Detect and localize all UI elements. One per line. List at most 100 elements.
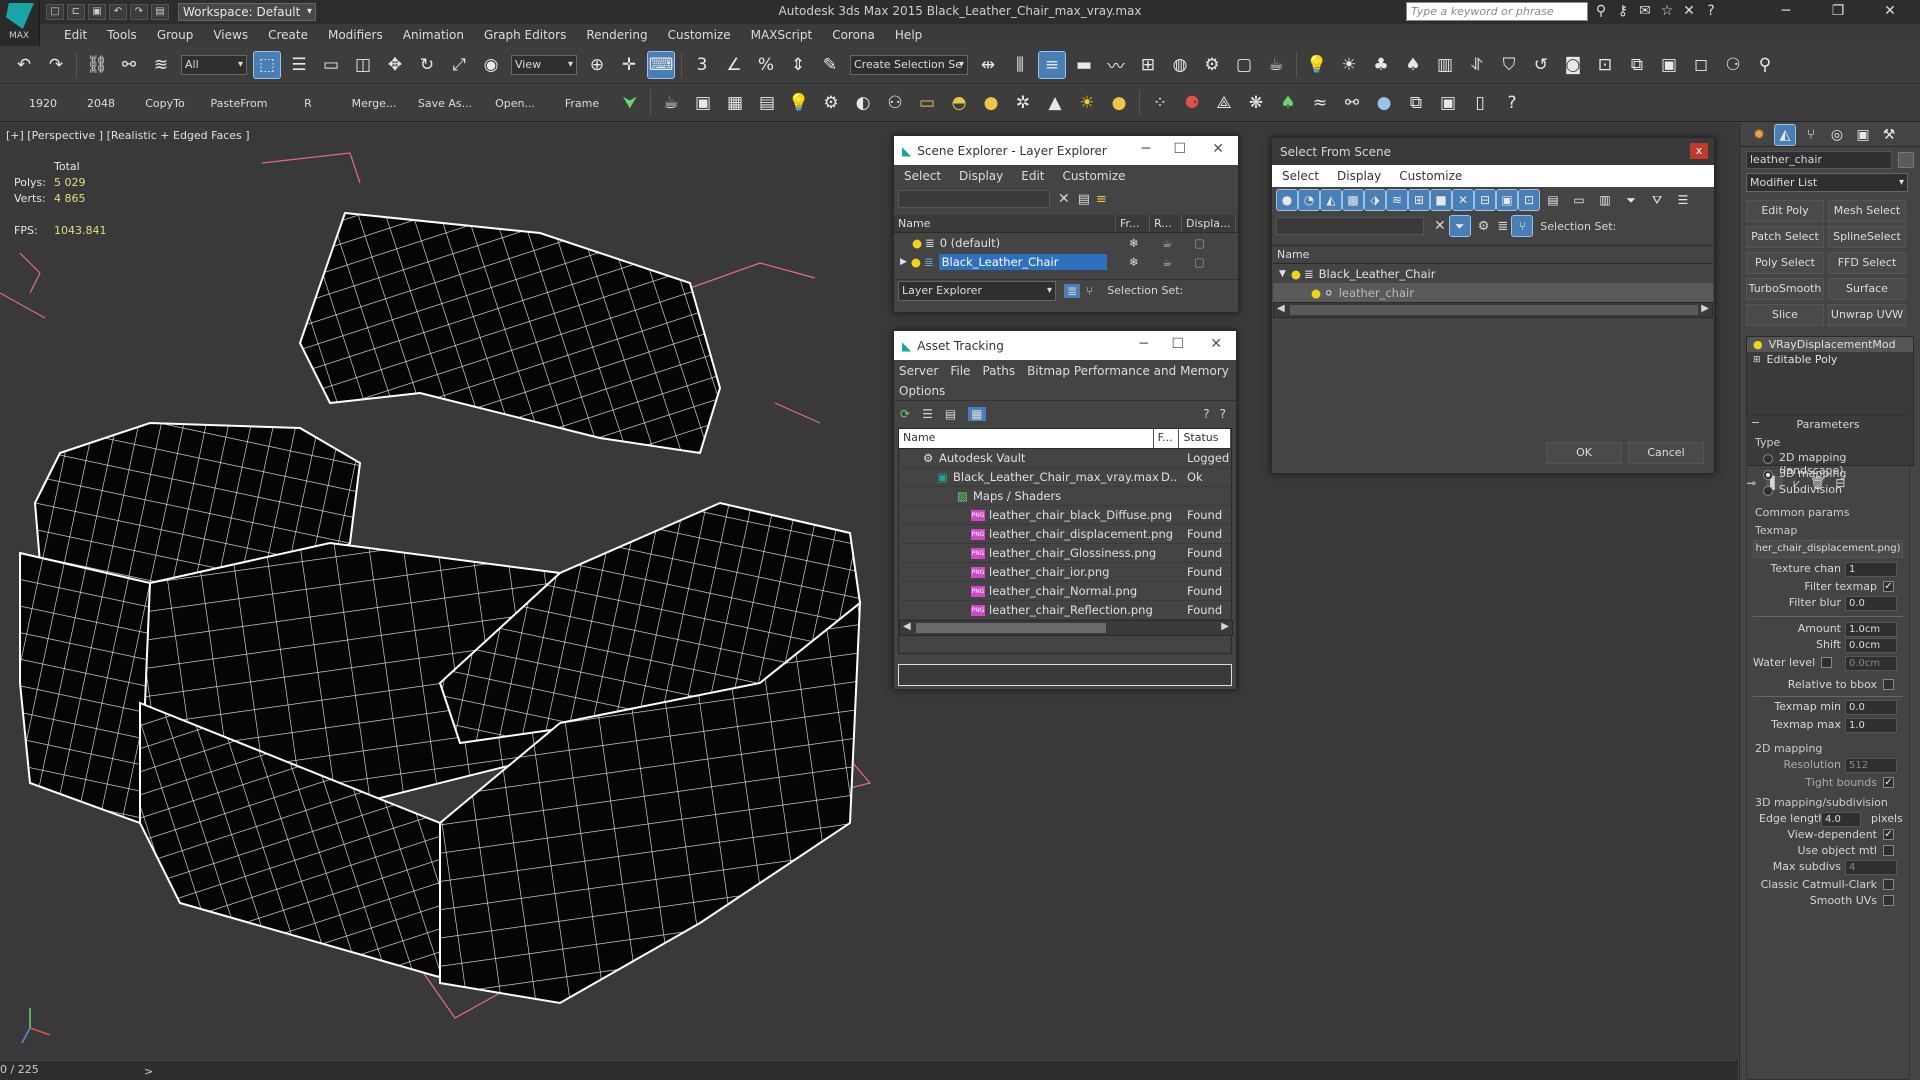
toggle-ribbon-icon[interactable]: ▬ [1071, 52, 1097, 78]
move-icon[interactable]: ✥ [382, 52, 408, 78]
minimize-icon[interactable]: ─ [1760, 0, 1812, 24]
filter-geometry-icon[interactable]: ● [1276, 189, 1298, 211]
sfs-row-black-leather-chair[interactable]: ▼ ● ≣ Black_Leather_Chair [1273, 264, 1713, 283]
filter-hidden-icon[interactable]: ⊡ [1518, 189, 1540, 211]
close-icon[interactable]: ✕ [1210, 336, 1222, 352]
render-setup-icon[interactable]: ⚙ [1199, 52, 1225, 78]
teapot-icon[interactable]: ☕ [658, 90, 684, 116]
detail-view-icon[interactable]: ▤ [945, 407, 956, 421]
rendered-frame-window-icon[interactable]: ▢ [1231, 52, 1257, 78]
filter-shapes-icon[interactable]: ◔ [1298, 189, 1320, 211]
vray-toolbar-extra-icon[interactable]: ⚆ [1720, 52, 1746, 78]
light-bulb-icon[interactable]: ● [1291, 267, 1301, 281]
vray-dome-icon[interactable]: ↺ [1528, 52, 1554, 78]
converter-icon[interactable]: ⧉ [1403, 90, 1429, 116]
amount-spinner[interactable]: 1.0cm [1845, 622, 1897, 637]
new-file-icon[interactable]: □ [46, 4, 64, 20]
undo-icon[interactable]: ↶ [11, 52, 37, 78]
open-file-icon[interactable]: ⊏ [67, 4, 85, 20]
motion-tab-icon[interactable]: ◎ [1827, 125, 1847, 145]
clipper-icon[interactable]: ⚯ [1339, 90, 1365, 116]
sfs-col-name[interactable]: Name [1273, 246, 1713, 263]
help-icon[interactable]: ? [1702, 2, 1720, 20]
ies-light-icon[interactable]: ✲ [1010, 90, 1036, 116]
menu-animation[interactable]: Animation [403, 28, 464, 42]
filter-helpers-icon[interactable]: ⬗ [1364, 189, 1386, 211]
scroll-thumb[interactable] [1290, 305, 1698, 315]
water-level-spinner[interactable]: 0.0cm [1845, 656, 1897, 671]
pivot-center-icon[interactable]: ⊕ [584, 52, 610, 78]
at-row-max-file[interactable]: ▣ Black_Leather_Chair_max_vray.max D.. O… [899, 468, 1231, 487]
light-bulb-icon[interactable]: ● [911, 255, 921, 269]
res-1920-button[interactable]: 1920 [14, 97, 72, 110]
select-all-icon[interactable]: ▤ [1543, 190, 1563, 210]
scatter-icon[interactable]: ⁘ [1147, 90, 1173, 116]
double-chevron-down-icon[interactable]: ⮟ [617, 90, 643, 116]
classic-catmull-checkbox[interactable] [1883, 879, 1894, 890]
scene-explorer-titlebar[interactable]: ◣ Scene Explorer - Layer Explorer ─ ☐ ✕ [894, 136, 1238, 165]
half-sphere-icon[interactable]: ◐ [850, 90, 876, 116]
scroll-left-icon[interactable]: ◀ [903, 621, 911, 632]
unlink-icon[interactable]: ⚯ [116, 52, 142, 78]
menu-corona[interactable]: Corona [832, 28, 875, 42]
hierarchy-icon[interactable]: ⑂ [1511, 215, 1534, 237]
funnel-options-icon[interactable]: ⛛ [1647, 190, 1667, 210]
shift-spinner[interactable]: 0.0cm [1845, 638, 1897, 653]
time-slider[interactable]: 0 / 225 > [0, 1062, 1738, 1080]
edit-poly-button[interactable]: Edit Poly [1746, 200, 1824, 222]
clear-search-icon[interactable]: ✕ [1058, 191, 1070, 207]
help-search-input[interactable]: Type a keyword or phrase [1406, 2, 1588, 21]
rollout-header[interactable]: − Parameters [1747, 416, 1909, 432]
max-subdivs-spinner[interactable]: 4 [1845, 860, 1897, 875]
display-box-icon[interactable]: ▢ [1194, 255, 1205, 269]
texmap-max-spinner[interactable]: 1.0 [1845, 718, 1897, 733]
water-level-checkbox[interactable] [1821, 657, 1832, 668]
communication-icon[interactable]: ✉ [1636, 2, 1654, 20]
filter-cameras-icon[interactable]: ▩ [1342, 189, 1364, 211]
radio-2d-mapping[interactable] [1763, 454, 1773, 464]
vray-proxy-icon[interactable]: ♠ [1400, 52, 1426, 78]
table-view-icon[interactable]: ▦ [968, 406, 986, 421]
reference-coordinate-dropdown[interactable]: View [511, 54, 577, 75]
vray-material-icon[interactable]: ⊡ [1592, 52, 1618, 78]
redo-icon[interactable]: ↷ [43, 52, 69, 78]
menu-group[interactable]: Group [157, 28, 194, 42]
at-menu-bitmap-performance[interactable]: Bitmap Performance and Memory [1027, 364, 1229, 378]
sfs-menu-display[interactable]: Display [1337, 169, 1381, 183]
percent-snap-icon[interactable]: % [753, 52, 779, 78]
scroll-thumb[interactable] [916, 623, 1106, 633]
select-none-icon[interactable]: ▭ [1569, 190, 1589, 210]
at-row-vault[interactable]: ⚙ Autodesk Vault Logged [899, 449, 1231, 468]
close-icon[interactable]: ✕ [1864, 0, 1916, 24]
slice-button[interactable]: Slice [1746, 304, 1824, 326]
modifier-list-dropdown[interactable]: Modifier List [1746, 173, 1908, 192]
menu-tools[interactable]: Tools [107, 28, 137, 42]
view-dependent-checkbox[interactable]: ✓ [1883, 829, 1894, 840]
mesh-select-button[interactable]: Mesh Select [1828, 200, 1906, 222]
layer-stack-icon[interactable]: ≣ [1497, 219, 1508, 234]
resolution-spinner[interactable]: 512 [1845, 758, 1897, 773]
camera-mask-icon[interactable]: ⚇ [882, 90, 908, 116]
save-file-icon[interactable]: ▣ [88, 4, 106, 20]
stack-item-vraydisplacement[interactable]: ● VRayDisplacementMod [1747, 337, 1913, 352]
menu-rendering[interactable]: Rendering [586, 28, 647, 42]
list-view-icon[interactable]: ☰ [922, 407, 933, 421]
dome-light-icon[interactable]: ◓ [946, 90, 972, 116]
res-2048-button[interactable]: 2048 [72, 97, 130, 110]
filter-containers-icon[interactable]: ⊟ [1474, 189, 1496, 211]
se-col-name[interactable]: Name [894, 215, 1116, 232]
radio-subdivision[interactable] [1763, 486, 1773, 496]
save-as-button[interactable]: Save As... [410, 97, 480, 110]
se-menu-select[interactable]: Select [904, 169, 941, 183]
light-bulb-icon[interactable]: 💡 [786, 90, 812, 116]
at-horizontal-scrollbar[interactable]: ◀ ▶ [899, 620, 1233, 636]
filter-selected-icon[interactable]: ⏷ [1448, 215, 1471, 237]
filter-spacewarps-icon[interactable]: ≋ [1386, 189, 1408, 211]
filter-blur-spinner[interactable]: 0.0 [1845, 596, 1897, 611]
relative-bbox-checkbox[interactable] [1883, 679, 1894, 690]
radio-3d-mapping[interactable] [1763, 470, 1773, 480]
volume-icon[interactable]: ❋ [1243, 90, 1269, 116]
selection-filter-dropdown[interactable]: All [181, 54, 247, 75]
menu-graph-editors[interactable]: Graph Editors [484, 28, 566, 42]
help-context-icon[interactable]: ? [1220, 407, 1226, 421]
